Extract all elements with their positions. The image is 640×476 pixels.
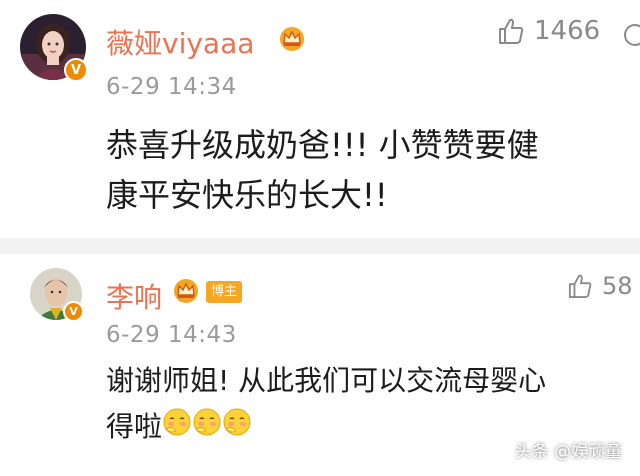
comment-text-line: 得啦	[106, 404, 546, 451]
shy-face-emoji-icon	[162, 405, 192, 451]
comment-text-line: 谢谢师姐! 从此我们可以交流母婴心	[106, 364, 547, 397]
comment-text-line: 康平安快乐的长大!!	[106, 176, 388, 214]
username[interactable]: 李响	[106, 276, 162, 316]
verified-badge-icon: V	[63, 301, 84, 322]
comment-time: 6-29 14:34	[106, 74, 237, 100]
like-count: 1466	[534, 16, 601, 46]
shy-face-emoji-icon	[222, 405, 252, 451]
comment-item: V 李响 博主 58 6-29 14:43 谢谢师姐! 从此我们可以交流母婴心 …	[0, 254, 640, 476]
comment-item: V 薇娅viyaaa 1466 6-29 14:34 恭喜升级成奶爸!!! 小赞…	[0, 0, 640, 238]
user-avatar[interactable]: V	[30, 268, 84, 322]
like-count: 58	[602, 272, 633, 300]
blogger-badge: 博主	[206, 281, 243, 303]
like-button[interactable]: 1466	[498, 16, 600, 46]
crown-icon	[278, 26, 306, 56]
username[interactable]: 薇娅viyaaa	[106, 22, 254, 62]
comment-text: 恭喜升级成奶爸!!! 小赞赞要健 康平安快乐的长大!!	[106, 120, 539, 220]
comment-text-line: 恭喜升级成奶爸!!! 小赞赞要健	[106, 126, 539, 164]
like-button[interactable]: 58	[568, 272, 633, 300]
comment-time: 6-29 14:43	[106, 322, 237, 348]
user-avatar[interactable]: V	[20, 14, 88, 82]
comment-text-fragment: 得啦	[106, 410, 163, 443]
comment-divider	[0, 238, 640, 254]
shy-face-emoji-icon	[192, 405, 222, 451]
crown-icon	[172, 278, 200, 308]
comment-text: 谢谢师姐! 从此我们可以交流母婴心 得啦	[106, 358, 546, 451]
watermark: 头条 @娱顽童	[514, 442, 622, 462]
more-icon[interactable]	[622, 24, 640, 50]
thumbs-up-icon	[498, 17, 524, 45]
thumbs-up-icon	[568, 273, 592, 299]
verified-badge-icon: V	[64, 58, 88, 82]
